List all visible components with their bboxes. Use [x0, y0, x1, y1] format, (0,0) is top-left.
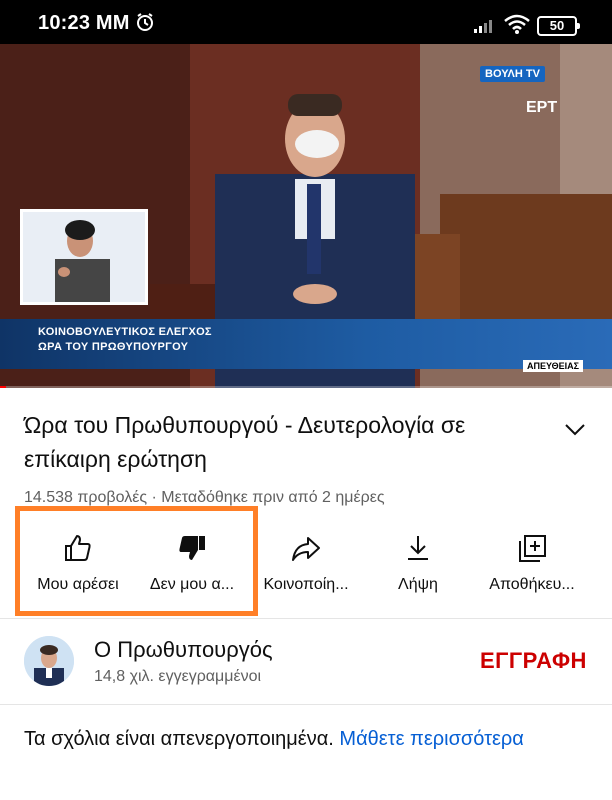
divider: [0, 618, 612, 619]
channel-logo: ΒΟΥΛΗ TV: [480, 66, 545, 82]
highlight-box: [15, 506, 258, 616]
save-button[interactable]: Αποθήκευ...: [472, 520, 592, 616]
signal-icon: [474, 20, 492, 33]
wifi-icon: [504, 14, 530, 34]
status-time: 10:23 MM: [38, 12, 130, 34]
channel-avatar[interactable]: [24, 636, 74, 686]
alarm-icon: [137, 13, 153, 31]
status-bar: 10:23 MM 50: [0, 0, 612, 44]
live-tag: ΑΠΕΥΘΕΙΑΣ: [523, 360, 584, 372]
download-label: Λήψη: [398, 576, 438, 593]
video-progress-bar[interactable]: [0, 386, 612, 388]
save-label: Αποθήκευ...: [489, 576, 575, 593]
avatar-image: [24, 636, 74, 686]
ticker-line-1: ΚΟΙΝΟΒΟΥΛΕΥΤΙΚΟΣ ΕΛΕΓΧΟΣ: [38, 326, 212, 338]
ticker-line-2: ΩΡΑ ΤΟΥ ΠΡΩΘΥΠΟΥΡΓΟΥ: [38, 341, 189, 353]
download-button[interactable]: Λήψη: [358, 520, 478, 616]
video-meta: 14.538 προβολές · Μεταδόθηκε πριν από 2 …: [24, 489, 385, 506]
video-title[interactable]: Ώρα του Πρωθυπουργού - Δευτερολογία σε ε…: [24, 408, 544, 476]
channel-name[interactable]: Ο Πρωθυπουργός: [94, 637, 273, 663]
battery-icon: 50: [537, 16, 580, 36]
add-to-playlist-icon: [519, 535, 546, 562]
network-logo: ΕΡΤ: [526, 99, 558, 116]
download-icon: [408, 536, 428, 560]
battery-level: 50: [549, 18, 565, 33]
comments-notice: Τα σχόλια είναι απενεργοποιημένα. Μάθετε…: [24, 724, 584, 754]
chevron-down-icon[interactable]: [562, 416, 588, 442]
comments-disabled-text: Τα σχόλια είναι απενεργοποιημένα.: [24, 728, 334, 750]
share-button[interactable]: Κοινοποίη...: [246, 520, 366, 616]
subscriber-count: 14,8 χιλ. εγγεγραμμένοι: [94, 668, 262, 685]
share-label: Κοινοποίη...: [263, 576, 349, 593]
subscribe-button[interactable]: ΕΓΓΡΑΦΗ: [480, 648, 587, 674]
divider: [0, 704, 612, 705]
share-icon: [292, 537, 320, 561]
video-player[interactable]: ΒΟΥΛΗ TV ΕΡΤ ΚΟΙΝΟΒΟΥΛΕΥΤΙΚΟΣ ΕΛΕΓΧΟΣ ΩΡ…: [0, 44, 612, 388]
video-progress-fill: [0, 386, 7, 388]
learn-more-link[interactable]: Μάθετε περισσότερα: [339, 728, 523, 750]
